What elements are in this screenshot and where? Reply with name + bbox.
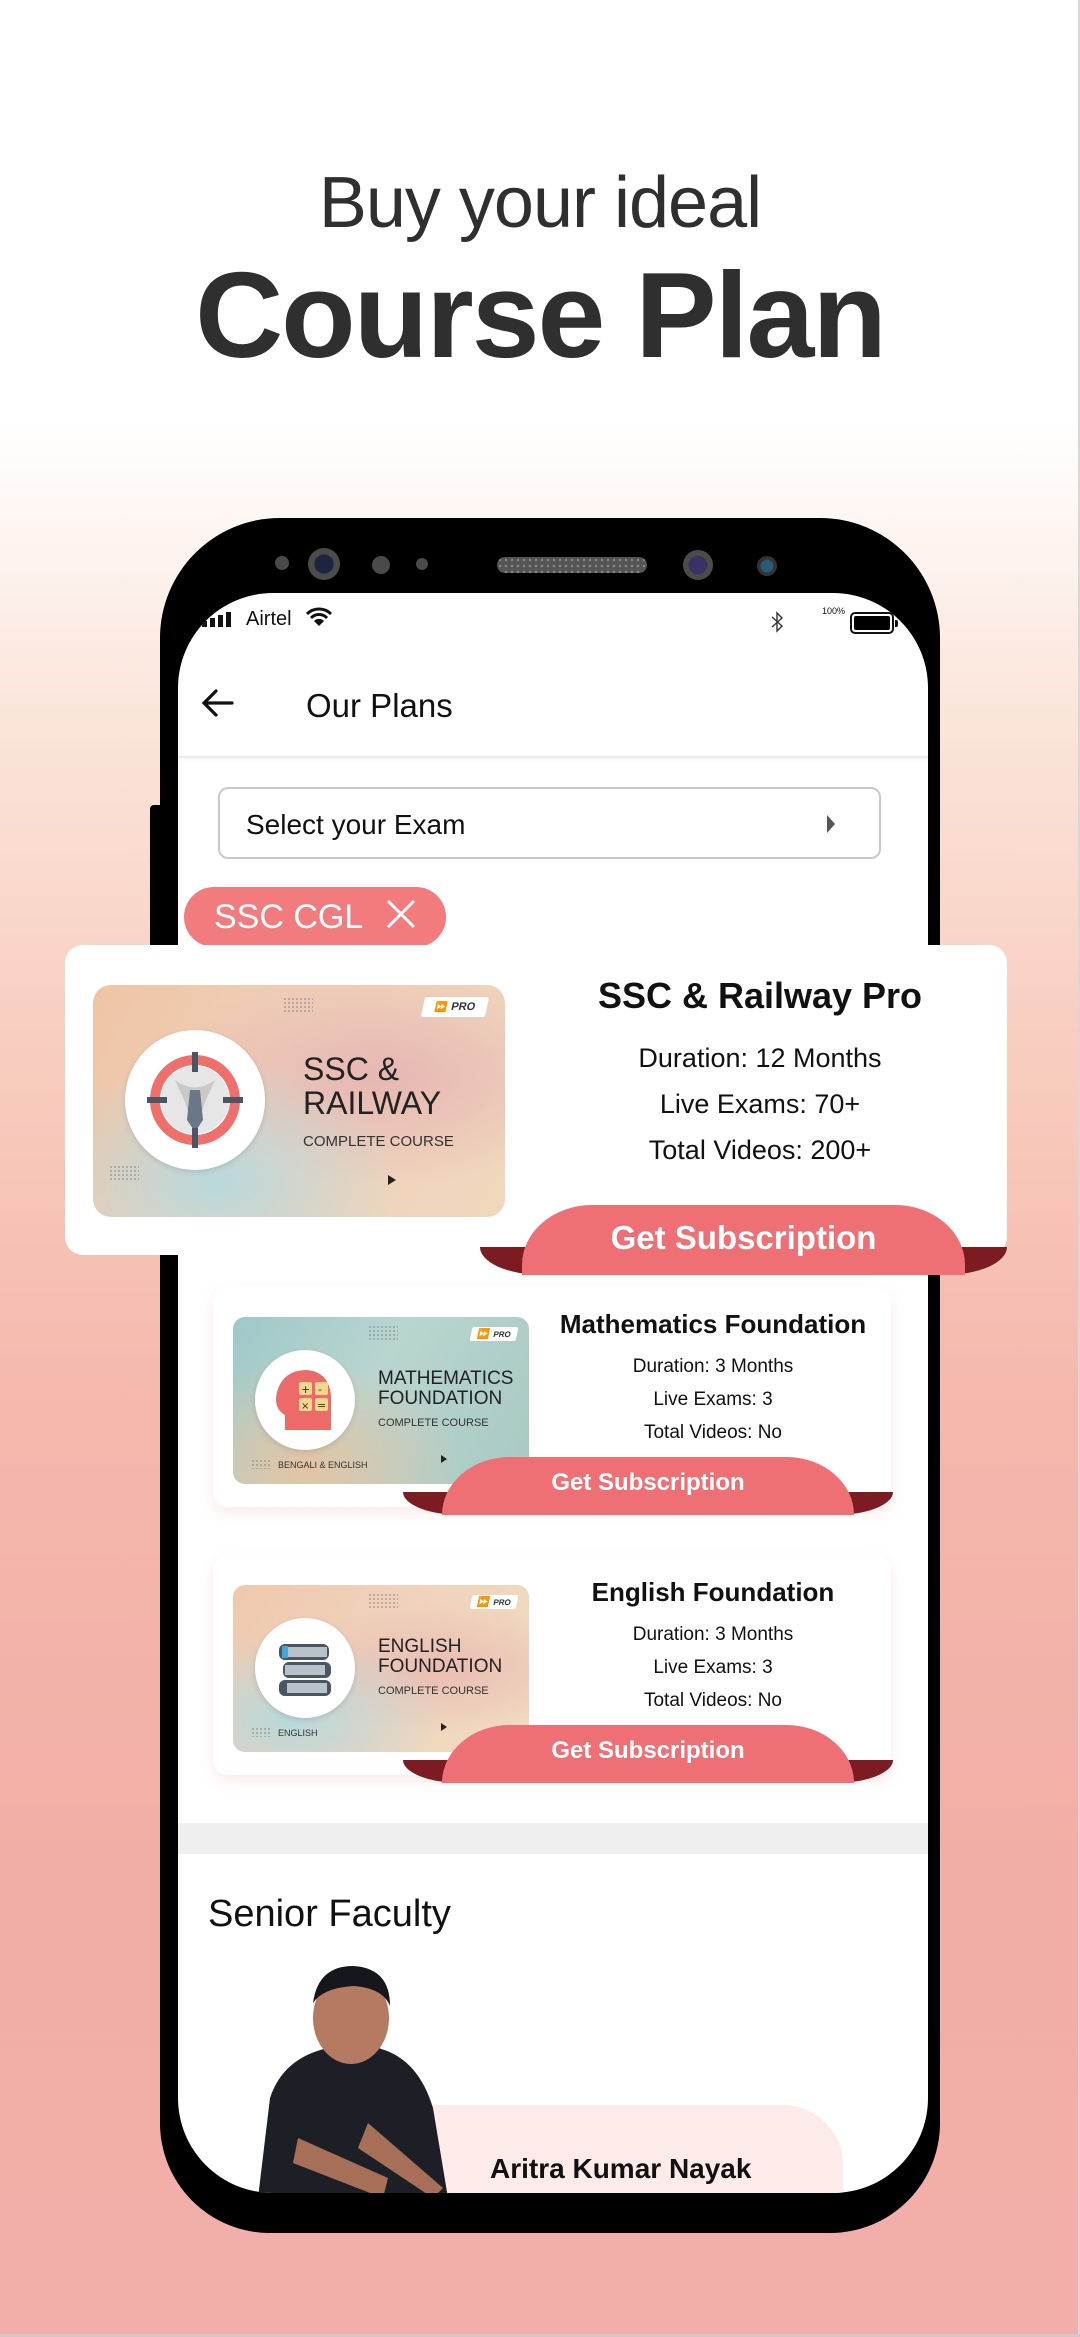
- plan-title: English Foundation: [591, 1577, 835, 1607]
- plan-duration: Duration: 12 Months: [638, 1043, 882, 1073]
- thumbnail-title: SSC & RAILWAY: [303, 1051, 442, 1121]
- decor-dots: [283, 997, 313, 1013]
- carrier-name: Airtel: [246, 608, 292, 630]
- thumbnail-language: ENGLISH: [278, 1728, 318, 1738]
- decor-dots: [251, 1459, 271, 1469]
- pro-badge: ⏩ PRO: [420, 997, 490, 1017]
- signal-icon: [202, 612, 231, 627]
- bluetooth-icon: [770, 611, 784, 638]
- get-subscription-button[interactable]: Get Subscription: [403, 1725, 893, 1783]
- page-title: Our Plans: [306, 687, 453, 724]
- get-subscription-button[interactable]: Get Subscription: [403, 1457, 893, 1515]
- thumbnail-subtitle: COMPLETE COURSE: [378, 1685, 489, 1697]
- target-tie-icon: [125, 1030, 265, 1170]
- thumbnail-title: ENGLISH FOUNDATION: [378, 1636, 503, 1677]
- filter-chip-ssc-cgl[interactable]: SSC CGL: [184, 887, 446, 947]
- pro-badge: ⏩ PRO: [469, 1327, 519, 1341]
- caret-right-icon: [827, 815, 835, 833]
- front-camera-icon: [308, 548, 340, 580]
- thumbnail-subtitle: COMPLETE COURSE: [378, 1417, 489, 1429]
- play-icon: [388, 1175, 396, 1185]
- promo-headline-sub: Buy your ideal: [318, 163, 762, 243]
- get-subscription-button[interactable]: Get Subscription: [480, 1205, 1007, 1275]
- faculty-section-title: Senior Faculty: [208, 1893, 451, 1935]
- get-subscription-label: Get Subscription: [551, 1737, 745, 1764]
- plan-title: Mathematics Foundation: [559, 1309, 867, 1339]
- section-divider: [178, 1823, 928, 1854]
- plan-thumbnail: ⏩ PRO SSC & RAILWAY COMPLETE COURSE: [93, 985, 505, 1217]
- app-bar: Our Plans: [178, 643, 928, 758]
- plan-duration: Duration: 3 Months: [632, 1356, 794, 1377]
- plan-title: SSC & Railway Pro: [597, 975, 923, 1016]
- decor-dots: [368, 1325, 398, 1341]
- filter-chip-label: SSC CGL: [214, 898, 364, 936]
- decor-dots: [368, 1593, 398, 1609]
- pro-badge: ⏩ PRO: [469, 1595, 519, 1609]
- faculty-name: Aritra Kumar Nayak: [490, 2153, 752, 2184]
- promo-headline-main: Course Plan: [195, 247, 887, 383]
- wifi-icon: [305, 607, 333, 632]
- sensor-icon: [757, 556, 777, 576]
- head-calculator-icon: + - × =: [255, 1350, 355, 1450]
- decor-dots: [251, 1727, 271, 1737]
- plan-live-exams: Live Exams: 3: [653, 1389, 773, 1410]
- plan-live-exams: Live Exams: 70+: [659, 1089, 861, 1119]
- svg-text:×: ×: [301, 1401, 309, 1412]
- plan-total-videos: Total Videos: No: [643, 1690, 782, 1711]
- front-camera-icon: [683, 550, 713, 580]
- plan-card-english-foundation[interactable]: ⏩ PRO ENGLISH FOUNDATION COMPLETE COURSE E…: [213, 1555, 893, 1783]
- books-icon: [255, 1618, 355, 1718]
- sensor-icon: [275, 556, 289, 570]
- thumbnail-title: MATHEMATICS FOUNDATION: [378, 1368, 514, 1409]
- plan-total-videos: Total Videos: 200+: [648, 1135, 872, 1165]
- sensor-icon: [372, 556, 390, 574]
- get-subscription-label: Get Subscription: [610, 1219, 877, 1256]
- fast-forward-icon: ⏩: [433, 1001, 449, 1013]
- svg-text:-: -: [318, 1383, 322, 1396]
- plan-total-videos: Total Videos: No: [643, 1422, 782, 1443]
- sensor-icon: [416, 558, 428, 570]
- svg-text:+: +: [301, 1383, 310, 1396]
- arrow-left-icon: [201, 689, 234, 717]
- earpiece-speaker: [497, 557, 647, 573]
- plan-live-exams: Live Exams: 3: [653, 1657, 773, 1678]
- plan-info: SSC & Railway Pro Duration: 12 Months Li…: [535, 975, 985, 1173]
- plan-card-ssc-railway[interactable]: ⏩ PRO SSC & RAILWAY COMPLETE COURSE SSC & …: [65, 945, 1007, 1275]
- status-bar: Airtel 100%: [178, 593, 928, 643]
- close-icon[interactable]: [384, 897, 418, 931]
- plan-info: English Foundation Duration: 3 Months Li…: [543, 1577, 883, 1717]
- exam-select-dropdown[interactable]: Select your Exam: [218, 787, 881, 859]
- fast-forward-icon: ⏩: [475, 1596, 491, 1608]
- battery-percent: 100%: [822, 606, 846, 616]
- svg-text:=: =: [317, 1399, 326, 1412]
- battery-icon: [850, 612, 898, 634]
- exam-select-placeholder: Select your Exam: [246, 809, 466, 840]
- get-subscription-label: Get Subscription: [551, 1469, 745, 1496]
- thumbnail-subtitle: COMPLETE COURSE: [303, 1133, 454, 1150]
- fast-forward-icon: ⏩: [475, 1328, 491, 1340]
- faculty-photo: [248, 1948, 458, 2193]
- plan-info: Mathematics Foundation Duration: 3 Month…: [543, 1309, 883, 1449]
- decor-dots: [109, 1165, 139, 1181]
- back-button[interactable]: [198, 683, 238, 723]
- thumbnail-language: BENGALI & ENGLISH: [278, 1460, 368, 1470]
- plan-card-mathematics-foundation[interactable]: ⏩ PRO + - × = MATHEMATICS FOUNDATION COMPL…: [213, 1287, 893, 1515]
- plan-duration: Duration: 3 Months: [632, 1624, 794, 1645]
